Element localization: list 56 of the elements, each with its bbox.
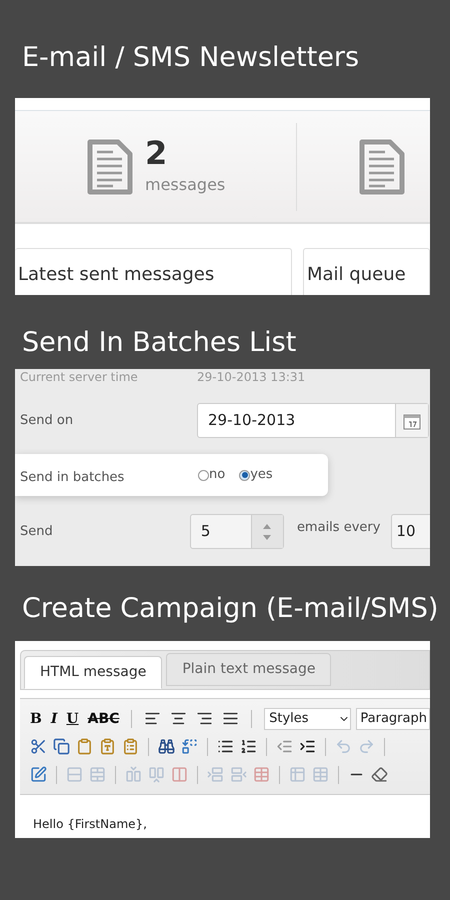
bullet-list-icon[interactable] [217,738,234,755]
table-icon[interactable] [289,766,306,783]
section-heading: Create Campaign (E-mail/SMS) [22,595,440,622]
styles-select[interactable]: Styles [264,708,352,730]
radio-option[interactable]: yes [239,465,273,485]
scissors-icon[interactable] [30,738,47,755]
editor-tab[interactable]: HTML message [24,656,162,689]
document-icon [359,138,405,194]
section-heading: E-mail / SMS Newsletters [22,44,360,71]
format-select[interactable]: Paragraph [356,708,430,730]
indent-icon[interactable] [299,738,316,755]
stat-value: 2 [145,136,168,168]
document-icon [87,138,133,194]
table-rows-icon[interactable] [66,766,83,783]
message-body: Hello {FirstName}, [33,817,147,831]
stat-label: messages [145,174,226,196]
redo-icon[interactable] [358,738,375,755]
binoculars-icon[interactable] [158,738,175,755]
date-field[interactable]: 29-10-2013 [197,403,429,438]
outdent-icon[interactable] [276,738,293,755]
replace-icon[interactable] [181,738,198,755]
eraser-icon[interactable] [371,766,388,783]
radio-icon[interactable] [239,470,250,480]
panel-header: Latest sent messages [15,248,292,295]
field-label: Current server time [20,371,139,383]
field-label: Send [20,522,54,541]
section-heading: Send In Batches List [22,329,298,356]
clipboard-icon[interactable] [76,738,93,755]
undo-icon[interactable] [335,738,352,755]
format-button[interactable]: ABC [88,712,120,726]
align-center-icon[interactable] [170,710,188,727]
radio-option[interactable]: no [198,465,226,485]
field-label: Send on [20,412,74,430]
number-field[interactable]: 5 [190,514,284,549]
format-button[interactable]: B [30,712,42,726]
field-label: Send in batches [20,469,126,488]
align-right-icon[interactable] [196,710,214,727]
spinner-icon[interactable] [250,515,283,548]
table-edit-icon[interactable] [30,766,47,783]
merge-cells-icon[interactable] [89,766,106,783]
align-left-icon[interactable] [144,710,162,727]
panel-header: Mail queue [303,248,430,295]
clipboard-text-icon[interactable] [99,738,116,755]
field-value: 29-10-2013 13:31 [197,371,306,383]
numbered-list-icon[interactable] [240,738,257,755]
insert-column-icon[interactable] [207,766,224,783]
number-field[interactable]: 10 [391,514,430,549]
radio-icon[interactable] [198,470,209,480]
format-button[interactable]: U [66,712,79,726]
justify-icon[interactable] [222,710,240,727]
field-label: emails every [296,518,380,537]
copy-icon[interactable] [53,738,70,755]
calendar-icon[interactable] [395,404,428,437]
clipboard-list-icon[interactable] [122,738,139,755]
format-button[interactable]: I [50,712,58,726]
editor-tab[interactable]: Plain text message [166,653,332,686]
